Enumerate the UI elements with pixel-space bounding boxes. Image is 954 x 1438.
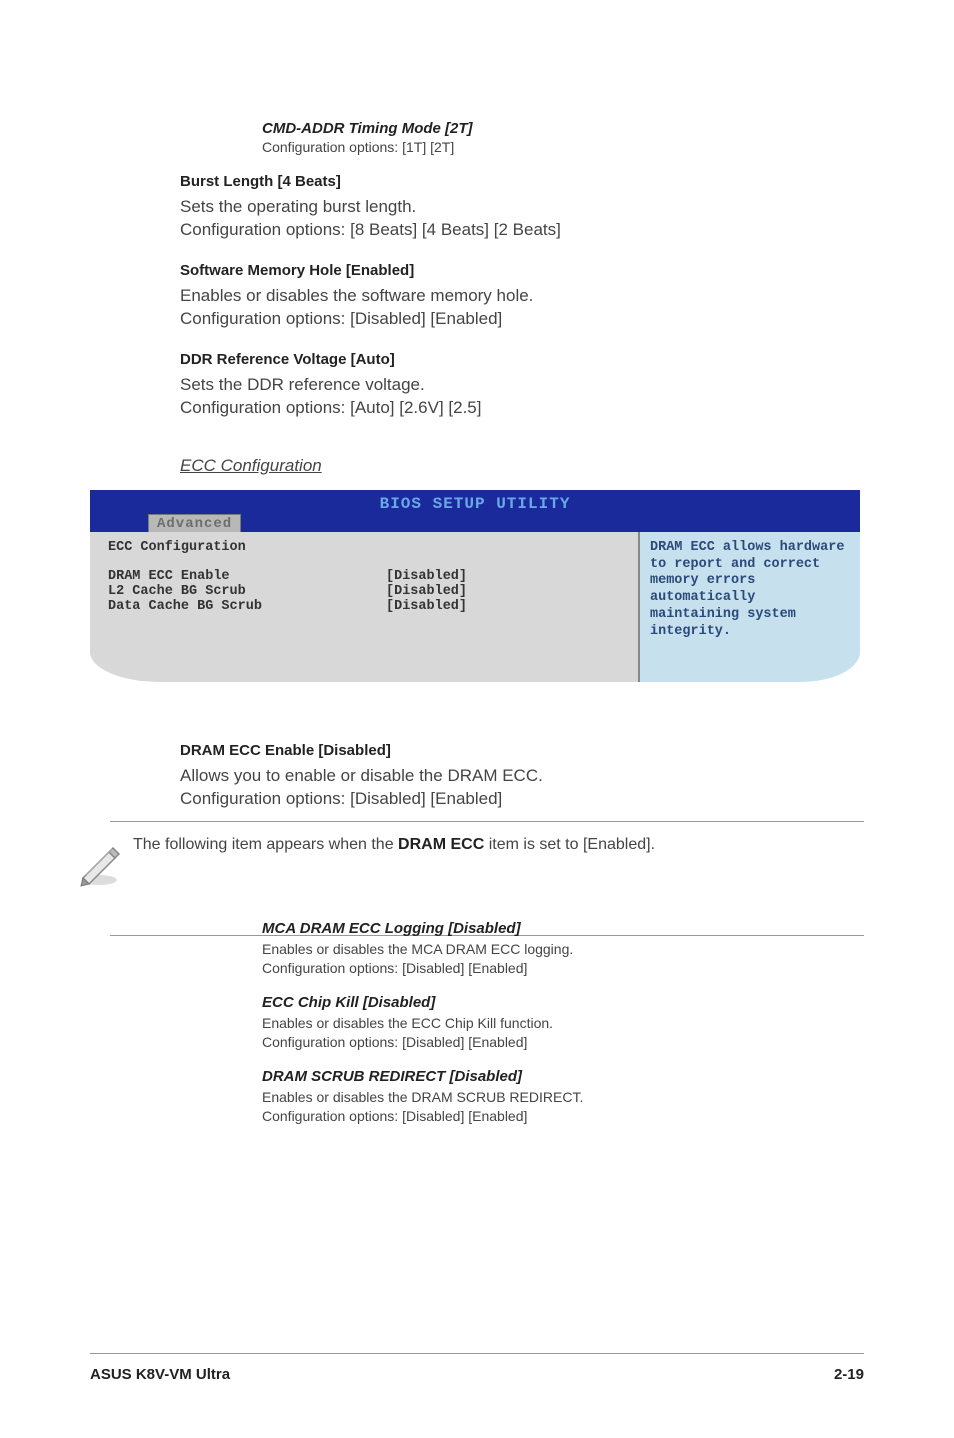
scrub-heading: DRAM SCRUB REDIRECT [Disabled] bbox=[262, 1068, 864, 1085]
bios-title: BIOS SETUP UTILITY bbox=[380, 495, 571, 513]
cmd-addr-heading: CMD-ADDR Timing Mode [2T] bbox=[262, 120, 864, 137]
mca-line1: Enables or disables the MCA DRAM ECC log… bbox=[262, 941, 864, 957]
note-bold: DRAM ECC bbox=[398, 836, 484, 853]
chipkill-line2: Configuration options: [Disabled] [Enabl… bbox=[262, 1034, 864, 1050]
bios-row-value: [Disabled] bbox=[386, 599, 467, 614]
bios-tab-advanced: Advanced bbox=[148, 514, 241, 532]
scrub-line1: Enables or disables the DRAM SCRUB REDIR… bbox=[262, 1089, 864, 1105]
dram-ecc-line2: Configuration options: [Disabled] [Enabl… bbox=[180, 789, 502, 808]
footer-right: 2-19 bbox=[834, 1366, 864, 1383]
ecc-section-title: ECC Configuration bbox=[180, 456, 864, 476]
bios-screenshot: BIOS SETUP UTILITY Advanced ECC Configur… bbox=[90, 490, 860, 682]
bios-titlebar: BIOS SETUP UTILITY Advanced bbox=[90, 490, 860, 532]
burst-line1: Sets the operating burst length. bbox=[180, 197, 416, 216]
bios-row: L2 Cache BG Scrub [Disabled] bbox=[108, 584, 620, 599]
bios-left-panel: ECC Configuration DRAM ECC Enable [Disab… bbox=[90, 532, 640, 682]
divider bbox=[110, 821, 864, 822]
mca-heading: MCA DRAM ECC Logging [Disabled] bbox=[262, 920, 864, 937]
bios-row-value: [Disabled] bbox=[386, 569, 467, 584]
chipkill-heading: ECC Chip Kill [Disabled] bbox=[262, 994, 864, 1011]
bios-row-value: [Disabled] bbox=[386, 584, 467, 599]
pencil-icon bbox=[75, 840, 133, 893]
swmem-body: Enables or disables the software memory … bbox=[180, 285, 864, 331]
burst-body: Sets the operating burst length. Configu… bbox=[180, 196, 864, 242]
chipkill-line1: Enables or disables the ECC Chip Kill fu… bbox=[262, 1015, 864, 1031]
bios-panel-title: ECC Configuration bbox=[108, 540, 620, 555]
chipkill-block: ECC Chip Kill [Disabled] Enables or disa… bbox=[262, 994, 864, 1050]
burst-heading: Burst Length [4 Beats] bbox=[180, 173, 864, 190]
swmem-line1: Enables or disables the software memory … bbox=[180, 286, 533, 305]
swmem-line2: Configuration options: [Disabled] [Enabl… bbox=[180, 309, 502, 328]
scrub-line2: Configuration options: [Disabled] [Enabl… bbox=[262, 1108, 864, 1124]
note-text: The following item appears when the DRAM… bbox=[133, 834, 655, 854]
bios-row: DRAM ECC Enable [Disabled] bbox=[108, 569, 620, 584]
bios-body: ECC Configuration DRAM ECC Enable [Disab… bbox=[90, 532, 860, 682]
footer-left: ASUS K8V-VM Ultra bbox=[90, 1366, 230, 1383]
burst-line2: Configuration options: [8 Beats] [4 Beat… bbox=[180, 220, 561, 239]
note-post: item is set to [Enabled]. bbox=[484, 836, 655, 853]
note-row: The following item appears when the DRAM… bbox=[75, 834, 864, 893]
page-footer: ASUS K8V-VM Ultra 2-19 bbox=[90, 1353, 864, 1383]
swmem-heading: Software Memory Hole [Enabled] bbox=[180, 262, 864, 279]
bios-row: Data Cache BG Scrub [Disabled] bbox=[108, 599, 620, 614]
note-pre: The following item appears when the bbox=[133, 836, 398, 853]
dram-ecc-line1: Allows you to enable or disable the DRAM… bbox=[180, 766, 543, 785]
ddr-line1: Sets the DDR reference voltage. bbox=[180, 375, 425, 394]
ddr-heading: DDR Reference Voltage [Auto] bbox=[180, 351, 864, 368]
mca-line2: Configuration options: [Disabled] [Enabl… bbox=[262, 960, 864, 976]
ddr-line2: Configuration options: [Auto] [2.6V] [2.… bbox=[180, 398, 481, 417]
cmd-addr-body: Configuration options: [1T] [2T] bbox=[262, 139, 864, 155]
bios-row-label: L2 Cache BG Scrub bbox=[108, 584, 386, 599]
bios-row-label: Data Cache BG Scrub bbox=[108, 599, 386, 614]
dram-ecc-body: Allows you to enable or disable the DRAM… bbox=[180, 765, 864, 811]
dram-ecc-heading: DRAM ECC Enable [Disabled] bbox=[180, 742, 864, 759]
mca-block: MCA DRAM ECC Logging [Disabled] Enables … bbox=[262, 920, 864, 976]
scrub-block: DRAM SCRUB REDIRECT [Disabled] Enables o… bbox=[262, 1068, 864, 1124]
bios-help-panel: DRAM ECC allows hardware to report and c… bbox=[640, 532, 860, 682]
bios-row-label: DRAM ECC Enable bbox=[108, 569, 386, 584]
ddr-body: Sets the DDR reference voltage. Configur… bbox=[180, 374, 864, 420]
